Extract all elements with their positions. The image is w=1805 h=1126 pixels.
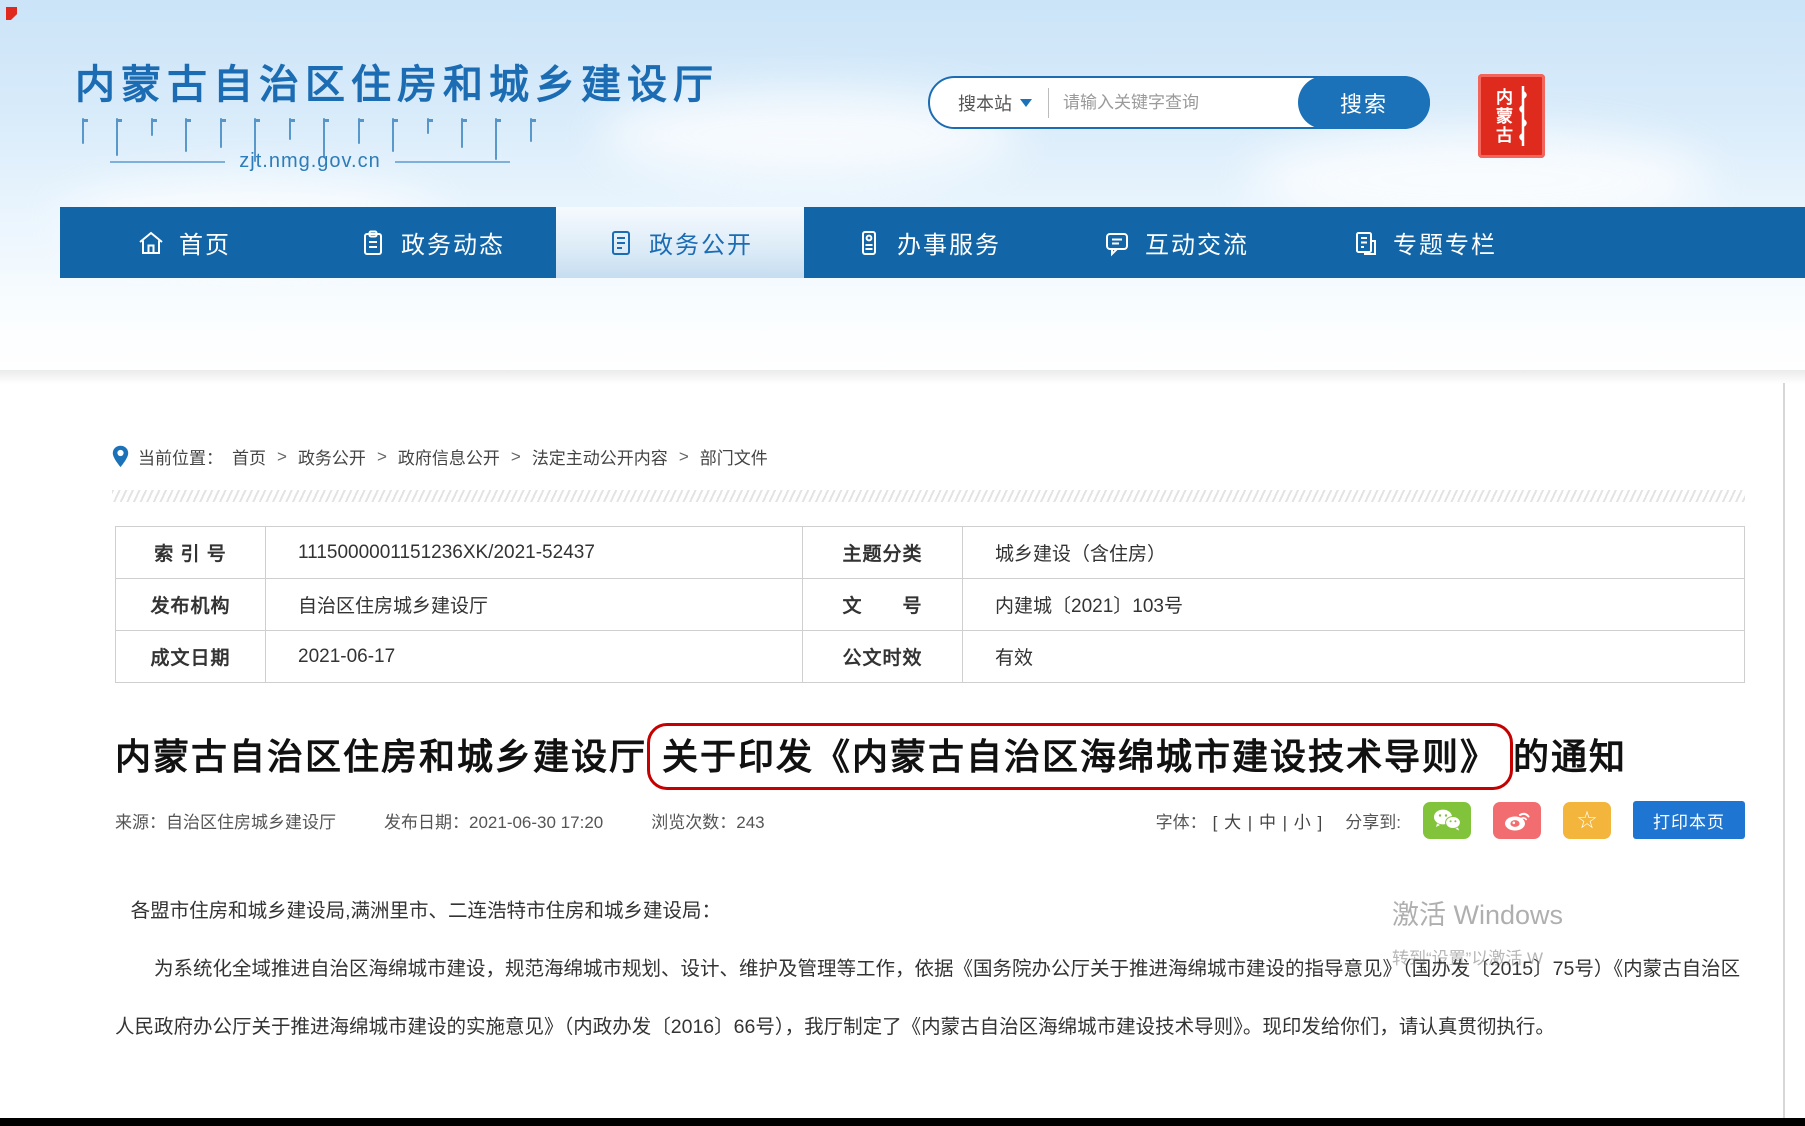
home-icon <box>137 229 165 257</box>
nav-label: 政务动态 <box>401 225 505 260</box>
breadcrumb-item-home[interactable]: 首页 <box>232 444 266 469</box>
main-navigation: 首页 政务动态 政务公开 办事服务 互动交流 <box>60 207 1805 278</box>
nav-item-special-columns[interactable]: 专题专栏 <box>1300 207 1548 278</box>
source-value: 自治区住房城乡建设厅 <box>166 813 336 832</box>
star-icon: ☆ <box>1576 806 1598 835</box>
nav-item-services[interactable]: 办事服务 <box>804 207 1052 278</box>
nav-item-interaction[interactable]: 互动交流 <box>1052 207 1300 278</box>
font-size-switcher[interactable]: [ 大 | 中 | 小 ] <box>1213 808 1324 833</box>
print-page-button[interactable]: 打印本页 <box>1633 801 1745 839</box>
nav-label: 办事服务 <box>897 225 1001 260</box>
location-pin-icon <box>112 445 129 468</box>
issuing-agency-label: 发布机构 <box>116 579 266 631</box>
doc-number-label: 文 号 <box>803 579 963 631</box>
site-url-row: zjt.nmg.gov.cn <box>110 150 510 173</box>
inner-mongolia-seal: 内蒙古 <box>1478 74 1545 158</box>
nav-item-gov-disclosure[interactable]: 政务公开 <box>556 207 804 278</box>
breadcrumb-separator: > <box>509 447 523 467</box>
title-plain-part: 内蒙古自治区住房和城乡建设厅 <box>115 736 647 777</box>
windows-activation-watermark: 激活 Windows 转到“设置”以激活 W <box>1392 893 1805 969</box>
meta-right-group: 字体： [ 大 | 中 | 小 ] 分享到: <box>1156 801 1745 839</box>
breadcrumb-item-legal-disclosure[interactable]: 法定主动公开内容 <box>532 444 668 469</box>
seal-mongolian-stroke-icon <box>1517 84 1529 148</box>
publish-date-item: 发布日期：2021-06-30 17:20 <box>384 808 603 833</box>
breadcrumb-item-gov-disclosure[interactable]: 政务公开 <box>298 444 366 469</box>
source-label: 来源： <box>115 813 166 832</box>
document-info-table: 索 引 号 1115000001151236XK/2021-52437 主题分类… <box>115 526 1745 683</box>
page: 内蒙古自治区住房和城乡建设厅 zjt.nmg.gov.cn 搜本站 搜索 内蒙古 <box>0 0 1805 1126</box>
favorite-star-button[interactable]: ☆ <box>1563 802 1611 839</box>
breadcrumb-item-dept-files[interactable]: 部门文件 <box>700 444 768 469</box>
issuing-agency-value: 自治区住房城乡建设厅 <box>266 579 803 631</box>
article-meta-row: 来源：自治区住房城乡建设厅 发布日期：2021-06-30 17:20 浏览次数… <box>115 799 1745 841</box>
written-date-label: 成文日期 <box>116 631 266 683</box>
views-item: 浏览次数：243 <box>651 808 764 833</box>
nav-label: 首页 <box>179 225 231 260</box>
site-logo-title[interactable]: 内蒙古自治区住房和城乡建设厅 <box>75 52 719 110</box>
service-icon <box>855 229 883 257</box>
breadcrumb-separator: > <box>275 447 289 467</box>
document-icon <box>607 229 635 257</box>
share-label: 分享到: <box>1345 808 1401 833</box>
site-url: zjt.nmg.gov.cn <box>239 150 380 173</box>
nav-item-news[interactable]: 政务动态 <box>308 207 556 278</box>
site-search: 搜本站 搜索 <box>928 76 1430 129</box>
bottom-black-bar <box>0 1118 1805 1126</box>
nav-label: 专题专栏 <box>1393 225 1497 260</box>
table-row: 发布机构 自治区住房城乡建设厅 文 号 内建城〔2021〕103号 <box>116 579 1745 631</box>
document-title: 内蒙古自治区住房和城乡建设厅关于印发《内蒙古自治区海绵城市建设技术导则》的通知 <box>115 718 1770 796</box>
table-row: 索 引 号 1115000001151236XK/2021-52437 主题分类… <box>116 527 1745 579</box>
breadcrumb-separator: > <box>375 447 389 467</box>
publish-date-value: 2021-06-30 17:20 <box>469 813 603 832</box>
nav-label: 政务公开 <box>649 225 753 260</box>
table-row: 成文日期 2021-06-17 公文时效 有效 <box>116 631 1745 683</box>
weibo-icon <box>1503 808 1531 832</box>
search-button[interactable]: 搜索 <box>1298 76 1430 129</box>
scrollbar-track[interactable] <box>1783 383 1785 1118</box>
topic-category-value: 城乡建设（含住房） <box>963 527 1745 579</box>
index-number-value: 1115000001151236XK/2021-52437 <box>266 527 803 579</box>
validity-value: 有效 <box>963 631 1745 683</box>
source-item: 来源：自治区住房城乡建设厅 <box>115 808 336 833</box>
title-red-annotation-box: 关于印发《内蒙古自治区海绵城市建设技术导则》 <box>647 723 1513 790</box>
written-date-value: 2021-06-17 <box>266 631 803 683</box>
share-weibo-button[interactable] <box>1493 802 1541 839</box>
publish-date-label: 发布日期： <box>384 813 469 832</box>
topic-category-label: 主题分类 <box>803 527 963 579</box>
nav-item-home[interactable]: 首页 <box>60 207 308 278</box>
chat-icon <box>1103 229 1131 257</box>
views-count: 243 <box>736 813 764 832</box>
content-top-shadow <box>0 370 1805 384</box>
doc-number-value: 内建城〔2021〕103号 <box>963 579 1745 631</box>
breadcrumb-separator: > <box>677 447 691 467</box>
hatched-divider <box>112 490 1745 502</box>
nav-label: 互动交流 <box>1145 225 1249 260</box>
columns-icon <box>1351 229 1379 257</box>
clipboard-icon <box>359 229 387 257</box>
search-scope-label: 搜本站 <box>958 90 1012 116</box>
watermark-line1: 激活 Windows <box>1392 893 1805 932</box>
validity-label: 公文时效 <box>803 631 963 683</box>
breadcrumb-prefix: 当前位置： <box>138 444 223 469</box>
title-suffix-part: 的通知 <box>1513 736 1627 777</box>
font-size-label: 字体： <box>1156 808 1207 833</box>
chevron-down-icon <box>1020 99 1032 107</box>
share-wechat-button[interactable] <box>1423 802 1471 839</box>
views-label: 浏览次数： <box>651 813 736 832</box>
meta-left-group: 来源：自治区住房城乡建设厅 发布日期：2021-06-30 17:20 浏览次数… <box>115 808 813 833</box>
wechat-icon <box>1432 808 1462 832</box>
index-number-label: 索 引 号 <box>116 527 266 579</box>
watermark-line2: 转到“设置”以激活 W <box>1392 944 1805 969</box>
seal-text: 内蒙古 <box>1494 88 1511 145</box>
breadcrumb: 当前位置： 首页 > 政务公开 > 政府信息公开 > 法定主动公开内容 > 部门… <box>112 444 768 469</box>
search-scope-dropdown[interactable]: 搜本站 <box>930 90 1048 116</box>
breadcrumb-item-gov-info[interactable]: 政府信息公开 <box>398 444 500 469</box>
